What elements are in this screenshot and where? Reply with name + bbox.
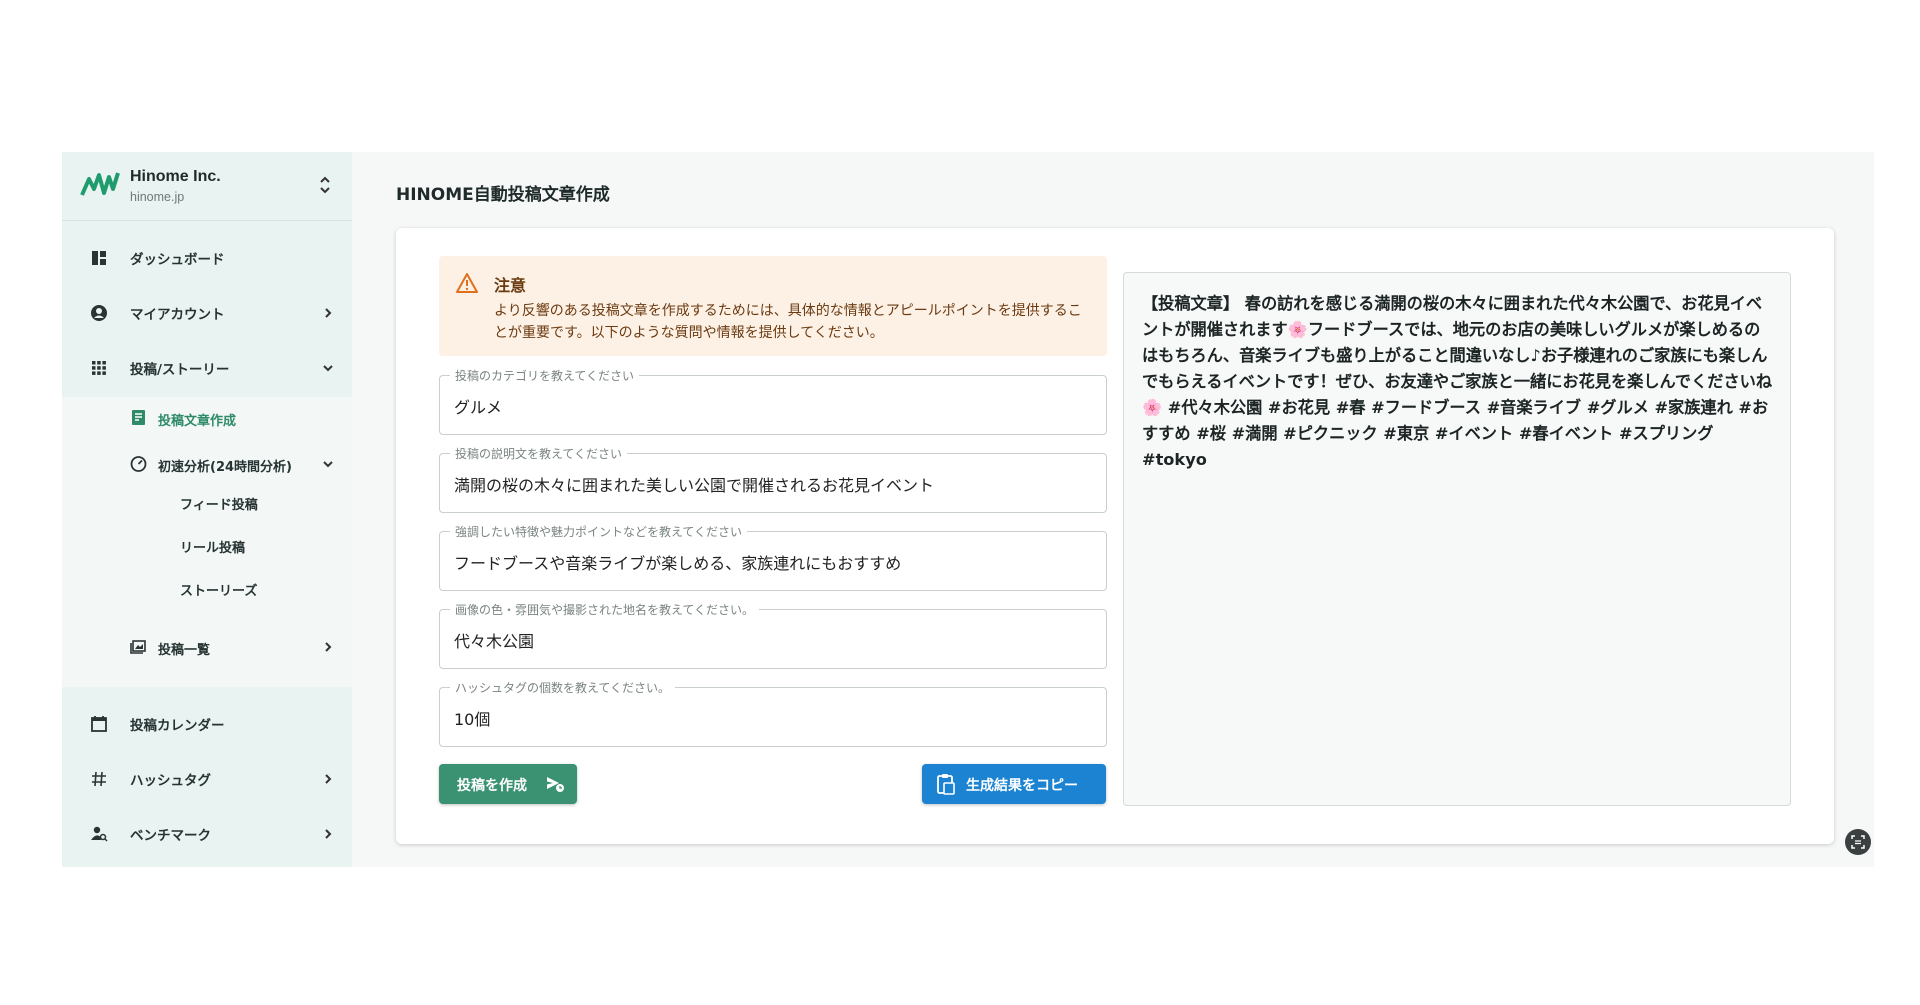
clipboard-icon xyxy=(937,774,955,795)
app-window: Hinome Inc. hinome.jp ダッシュボード マイアカウント 投稿… xyxy=(62,152,1874,867)
org-name: Hinome Inc. xyxy=(130,168,221,185)
nav-calendar-label: 投稿カレンダー xyxy=(130,718,225,734)
nav-feed-post[interactable]: フィード投稿 xyxy=(180,494,258,513)
nav-benchmark-label: ベンチマーク xyxy=(130,828,211,844)
screen-capture-icon[interactable] xyxy=(1844,828,1872,856)
nav-speed-analysis-label: 初速分析(24時間分析) xyxy=(158,460,292,475)
nav-reel-post[interactable]: リール投稿 xyxy=(180,537,245,556)
nav-posts-stories[interactable]: 投稿/ストーリー xyxy=(62,348,352,388)
highlights-field-value[interactable]: フードブースや音楽ライブが楽しめる、家族連れにもおすすめ xyxy=(454,550,901,574)
description-field-value[interactable]: 満開の桜の木々に囲まれた美しい公園で開催されるお花見イベント xyxy=(454,472,934,496)
document-icon xyxy=(132,410,145,425)
chevron-right-icon xyxy=(325,308,332,318)
chevron-right-icon xyxy=(325,642,332,652)
nav-posts-stories-label: 投稿/ストーリー xyxy=(130,362,230,378)
account-circle-icon xyxy=(91,305,107,321)
nav-dashboard-label: ダッシュボード xyxy=(130,252,225,268)
notice-alert: 注意 より反響のある投稿文章を作成するためには、具体的な情報とアピールポイントを… xyxy=(439,256,1107,356)
nav-post-create-label: 投稿文章作成 xyxy=(158,414,237,429)
location-field-value[interactable]: 代々木公園 xyxy=(454,628,534,652)
category-field-value[interactable]: グルメ xyxy=(454,394,502,418)
nav-post-create[interactable]: 投稿文章作成 xyxy=(62,398,352,438)
org-domain: hinome.jp xyxy=(130,190,185,204)
speedometer-icon xyxy=(130,456,147,472)
nav-post-list-label: 投稿一覧 xyxy=(158,643,211,658)
hashtag-count-field-value[interactable]: 10個 xyxy=(454,706,490,730)
hashtag-count-field-label: ハッシュタグの個数を教えてください。 xyxy=(450,679,676,696)
nav-dashboard[interactable]: ダッシュボード xyxy=(62,238,352,278)
grid-icon xyxy=(92,361,106,375)
person-search-icon xyxy=(91,826,108,842)
create-post-button[interactable]: 投稿を作成 xyxy=(439,764,577,804)
dashboard-icon xyxy=(92,251,106,265)
description-field-label: 投稿の説明文を教えてください xyxy=(450,445,628,462)
alert-body: より反響のある投稿文章を作成するためには、具体的な情報とアピールポイントを提供す… xyxy=(494,303,1082,341)
calendar-icon xyxy=(91,716,107,732)
create-post-button-label: 投稿を作成 xyxy=(457,778,527,794)
chevron-right-icon xyxy=(325,829,332,839)
category-field-label: 投稿のカテゴリを教えてください xyxy=(450,367,640,384)
copy-result-button[interactable]: 生成結果をコピー xyxy=(922,764,1106,804)
chevron-down-icon xyxy=(323,461,333,468)
nav-post-list[interactable]: 投稿一覧 xyxy=(62,627,352,667)
hashtag-icon xyxy=(92,771,106,787)
send-schedule-icon xyxy=(547,777,564,792)
chevron-right-icon xyxy=(325,774,332,784)
image-gallery-icon xyxy=(130,640,146,654)
description-field[interactable]: 投稿の説明文を教えてください 満開の桜の木々に囲まれた美しい公園で開催されるお花… xyxy=(439,445,1107,513)
chevron-up-down-icon[interactable] xyxy=(318,173,332,197)
location-field[interactable]: 画像の色・雰囲気や撮影された地名を教えてください。 代々木公園 xyxy=(439,601,1107,669)
chevron-down-icon xyxy=(323,365,333,372)
hashtag-count-field[interactable]: ハッシュタグの個数を教えてください。 10個 xyxy=(439,679,1107,747)
copy-result-button-label: 生成結果をコピー xyxy=(966,778,1078,794)
nav-benchmark[interactable]: ベンチマーク xyxy=(62,814,352,854)
category-field[interactable]: 投稿のカテゴリを教えてください グルメ xyxy=(439,367,1107,435)
post-generator-card: 注意 より反響のある投稿文章を作成するためには、具体的な情報とアピールポイントを… xyxy=(396,228,1834,844)
nav-hashtag[interactable]: ハッシュタグ xyxy=(62,759,352,799)
nav-my-account-label: マイアカウント xyxy=(130,307,225,323)
nav-speed-analysis[interactable]: 初速分析(24時間分析) xyxy=(62,444,352,484)
org-switcher[interactable]: Hinome Inc. hinome.jp xyxy=(62,152,352,221)
nav-hashtag-label: ハッシュタグ xyxy=(130,773,211,789)
hinome-logo-icon xyxy=(80,172,120,196)
highlights-field-label: 強調したい特徴や魅力ポイントなどを教えてください xyxy=(450,523,748,540)
page-title: HINOME自動投稿文章作成 xyxy=(396,185,610,205)
location-field-label: 画像の色・雰囲気や撮影された地名を教えてください。 xyxy=(450,601,760,618)
sidebar: Hinome Inc. hinome.jp ダッシュボード マイアカウント 投稿… xyxy=(62,152,352,867)
nav-calendar[interactable]: 投稿カレンダー xyxy=(62,704,352,744)
result-text: 【投稿文章】 春の訪れを感じる満開の桜の木々に囲まれた代々木公園で、お花見イベン… xyxy=(1142,294,1773,469)
result-textarea[interactable]: 【投稿文章】 春の訪れを感じる満開の桜の木々に囲まれた代々木公園で、お花見イベン… xyxy=(1123,272,1791,806)
nav-stories[interactable]: ストーリーズ xyxy=(180,580,257,599)
highlights-field[interactable]: 強調したい特徴や魅力ポイントなどを教えてください フードブースや音楽ライブが楽し… xyxy=(439,523,1107,591)
nav-my-account[interactable]: マイアカウント xyxy=(62,293,352,333)
warning-icon xyxy=(456,273,478,293)
alert-title: 注意 xyxy=(494,276,527,295)
